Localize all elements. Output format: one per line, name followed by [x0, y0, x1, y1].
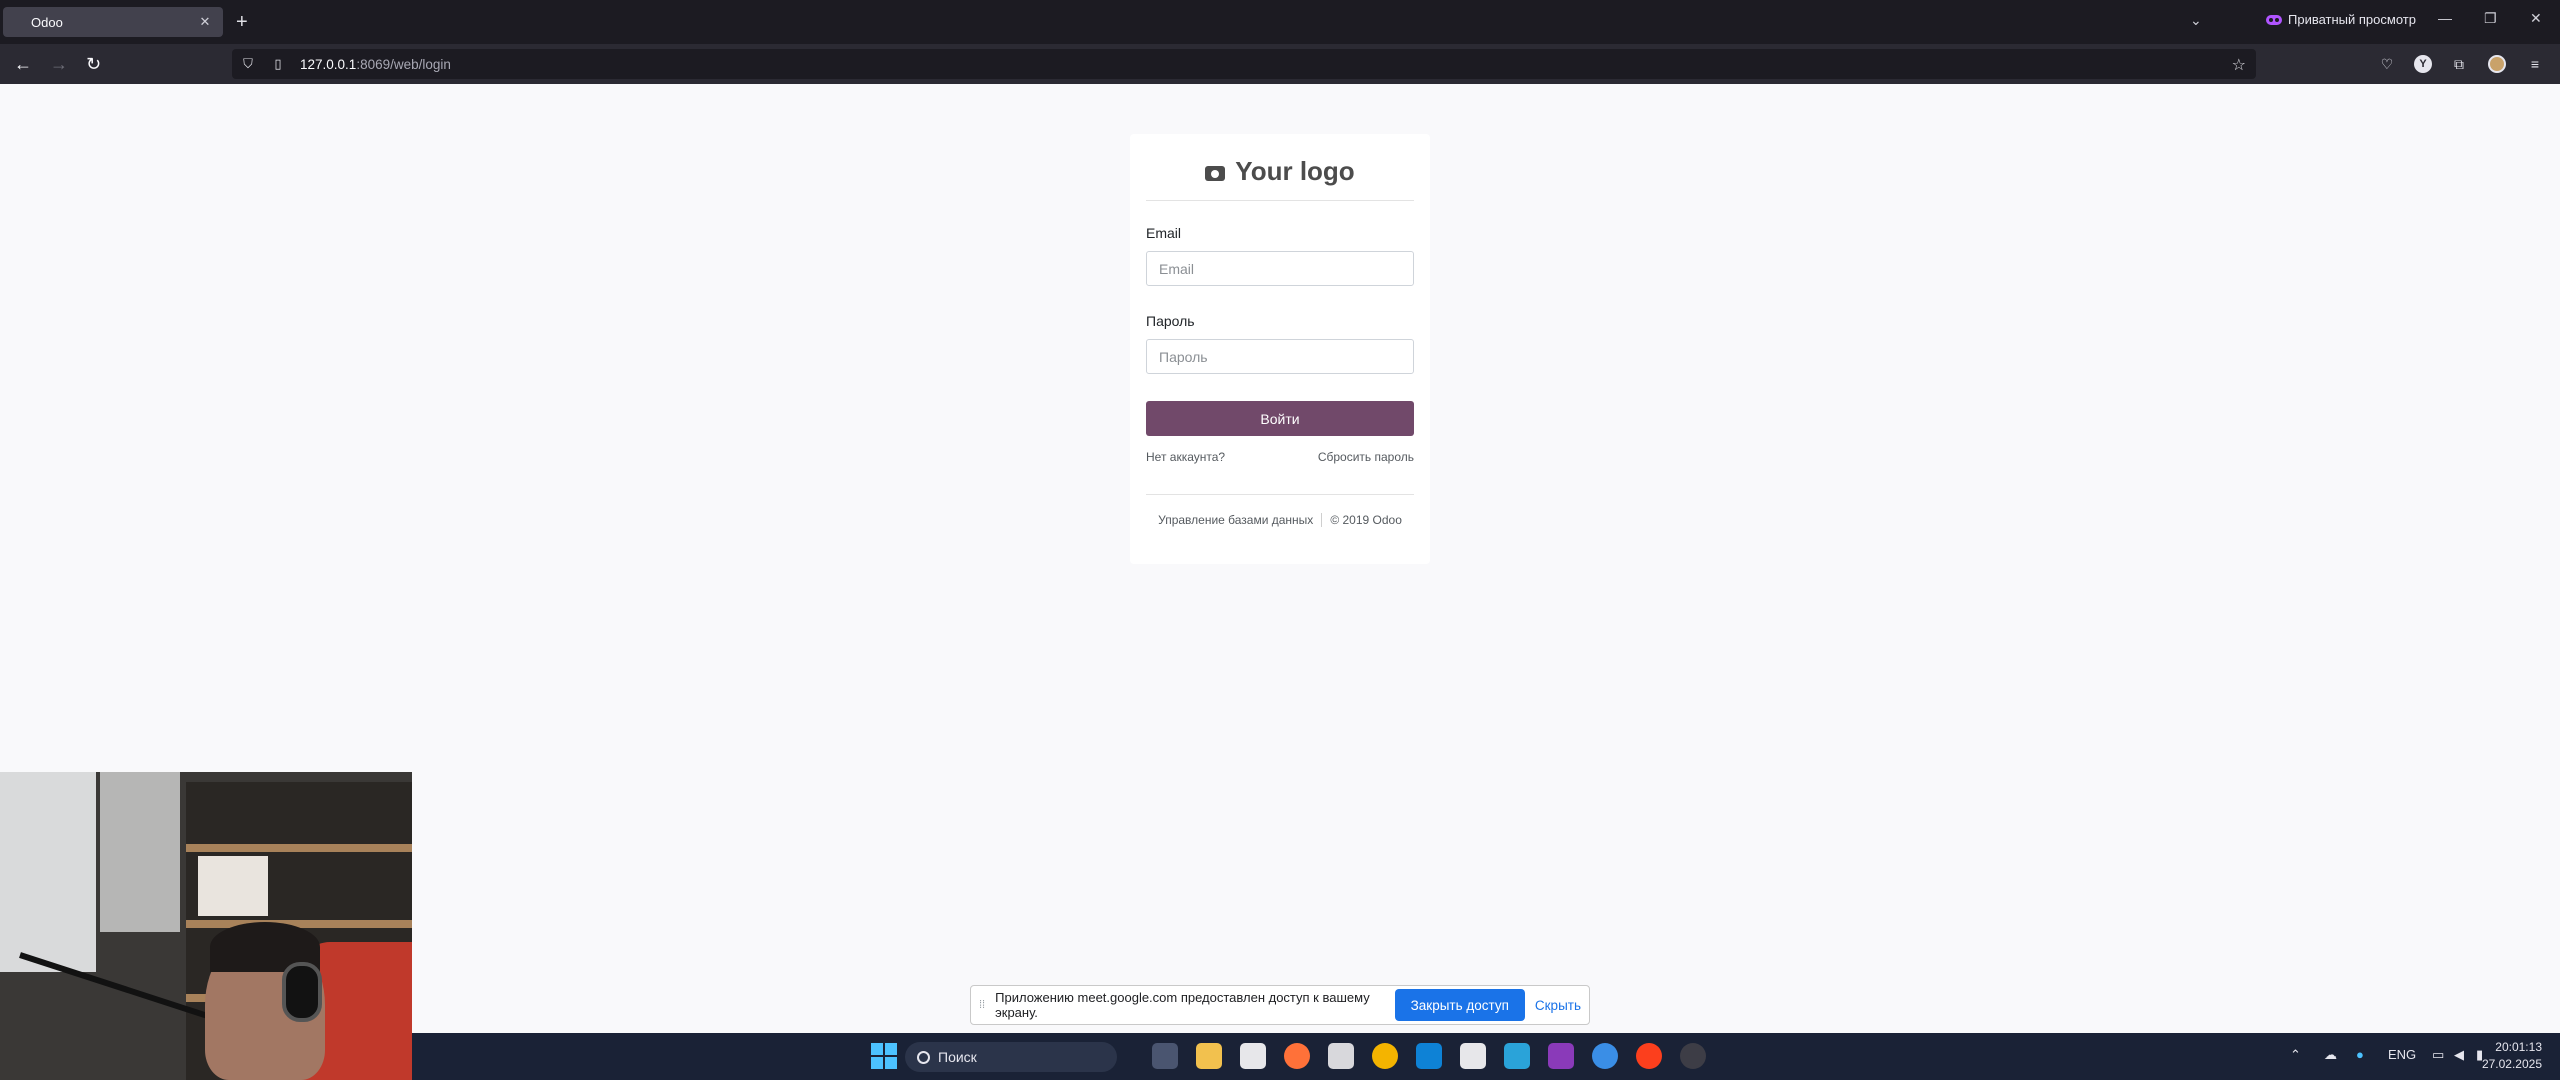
account-avatar[interactable]: [2488, 55, 2506, 73]
list-all-tabs-icon[interactable]: ⌄: [2190, 12, 2202, 29]
url-bar[interactable]: ⛉ ▯ 127.0.0.1 :8069/web/login ☆: [232, 49, 2256, 79]
reload-icon[interactable]: ↻: [86, 53, 101, 75]
search-icon: [917, 1050, 930, 1064]
password-label: Пароль: [1146, 313, 1195, 329]
browser-tabbar: Odoo ✕ + ⌄ Приватный просмотр — ❐ ✕: [0, 0, 2560, 44]
webcam-mic-arm: [19, 952, 212, 1020]
email-placeholder: Email: [1159, 260, 1195, 277]
login-links: Нет аккаунта? Сбросить пароль: [1146, 450, 1414, 464]
page-info-icon[interactable]: ▯: [270, 56, 286, 72]
taskbar: Поиск ⌃ ☁ ● ENG ▭ ◀ ▮ 20:01:13 27.02.202…: [412, 1033, 2560, 1080]
firefox-icon[interactable]: [1284, 1043, 1310, 1069]
store-icon[interactable]: [1240, 1043, 1266, 1069]
forward-icon[interactable]: →: [50, 53, 68, 75]
webcam-wall: [100, 772, 180, 932]
private-label: Приватный просмотр: [2288, 12, 2416, 27]
menu-icon[interactable]: ≡: [2526, 55, 2544, 73]
stop-sharing-button[interactable]: Закрыть доступ: [1394, 989, 1525, 1021]
file-explorer-icon[interactable]: [1196, 1043, 1222, 1069]
private-browsing-indicator: Приватный просмотр: [2266, 12, 2416, 27]
onedrive-icon[interactable]: ☁: [2324, 1047, 2337, 1063]
password-placeholder: Пароль: [1159, 348, 1208, 365]
taskbar-clock[interactable]: 20:01:13 27.02.2025: [2482, 1039, 2542, 1073]
webcam-headphones: [282, 962, 322, 1022]
extensions-icon[interactable]: ⧉: [2450, 55, 2468, 73]
app-icon[interactable]: [1372, 1043, 1398, 1069]
pocket-icon[interactable]: ♡: [2378, 55, 2396, 73]
volume-icon[interactable]: ◀: [2454, 1047, 2464, 1063]
tab-odoo[interactable]: Odoo ✕: [3, 7, 223, 37]
shield-icon[interactable]: ⛉: [240, 56, 256, 72]
screen-share-notice: ⁞⁞ Приложению meet.google.com предоставл…: [970, 985, 1590, 1025]
obs-icon[interactable]: [1680, 1043, 1706, 1069]
signup-link[interactable]: Нет аккаунта?: [1146, 450, 1225, 464]
login-card: Your logo Email Email Пароль Пароль Войт…: [1130, 134, 1430, 564]
camera-icon: [1205, 166, 1226, 181]
tab-close-icon[interactable]: ✕: [197, 14, 213, 30]
login-footer: Управление базами данных © 2019 Odoo: [1146, 513, 1414, 527]
clock-time: 20:01:13: [2495, 1040, 2542, 1054]
url-path: :8069/web/login: [356, 56, 451, 72]
windows-start-icon[interactable]: [871, 1043, 897, 1069]
yandex-browser-icon[interactable]: [1636, 1043, 1662, 1069]
divider: [1146, 494, 1414, 495]
app-icon[interactable]: [1548, 1043, 1574, 1069]
webcam-window: [0, 772, 96, 972]
search-label: Поиск: [938, 1049, 977, 1065]
app-icon[interactable]: [1328, 1043, 1354, 1069]
email-label: Email: [1146, 225, 1182, 241]
email-field[interactable]: Email: [1146, 251, 1414, 286]
microphone-icon[interactable]: ●: [2356, 1047, 2364, 1062]
app-icon[interactable]: [1592, 1043, 1618, 1069]
clock-date: 27.02.2025: [2481, 1057, 2542, 1071]
private-mask-icon: [2266, 14, 2282, 25]
share-message: Приложению meet.google.com предоставлен …: [995, 990, 1370, 1020]
footer-separator: [1321, 513, 1323, 527]
webcam-shelf-board: [186, 844, 412, 852]
login-button[interactable]: Войти: [1146, 401, 1414, 436]
bookmark-star-icon[interactable]: ☆: [2232, 55, 2246, 75]
manage-databases-link[interactable]: Управление базами данных: [1158, 513, 1313, 527]
language-indicator[interactable]: ENG: [2388, 1047, 2416, 1062]
back-icon[interactable]: ←: [14, 53, 32, 75]
browser-navbar: ← → ↻ ⛉ ▯ 127.0.0.1 :8069/web/login ☆ ♡ …: [0, 44, 2560, 84]
company-logo: Your logo: [1146, 152, 1414, 196]
url-host: 127.0.0.1: [300, 56, 357, 72]
tab-title: Odoo: [31, 14, 63, 30]
network-icon[interactable]: ▭: [2432, 1047, 2444, 1063]
yandex-extension-icon[interactable]: Y: [2414, 55, 2432, 73]
hide-notice-button[interactable]: Скрыть: [1535, 998, 1581, 1013]
notepad-icon[interactable]: [1460, 1043, 1486, 1069]
new-tab-button[interactable]: +: [236, 10, 248, 34]
password-field[interactable]: Пароль: [1146, 339, 1414, 374]
close-window-icon[interactable]: ✕: [2530, 10, 2542, 27]
drag-handle-icon[interactable]: ⁞⁞: [979, 999, 985, 1011]
task-view-icon[interactable]: [1152, 1043, 1178, 1069]
taskbar-search[interactable]: Поиск: [905, 1042, 1117, 1072]
tray-overflow-icon[interactable]: ⌃: [2290, 1047, 2301, 1063]
divider: [1146, 200, 1414, 201]
reset-password-link[interactable]: Сбросить пароль: [1318, 450, 1414, 464]
copyright-text: © 2019 Odoo: [1330, 513, 1402, 527]
webcam-box: [198, 856, 268, 916]
webcam-video: [0, 772, 412, 1080]
restore-icon[interactable]: ❐: [2484, 10, 2497, 27]
vscode-icon[interactable]: [1416, 1043, 1442, 1069]
telegram-icon[interactable]: [1504, 1043, 1530, 1069]
logo-text: Your logo: [1235, 156, 1355, 186]
minimize-icon[interactable]: —: [2438, 10, 2452, 26]
